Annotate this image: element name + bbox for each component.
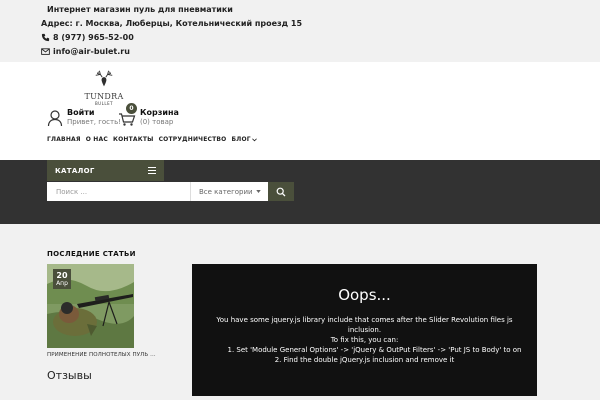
phone-link[interactable]: 8 (977) 965-52-00 <box>53 33 134 42</box>
article-thumbnail[interactable]: 20 Апр <box>47 264 134 348</box>
search-icon <box>276 187 286 196</box>
category-select-value: Все категории <box>199 187 253 196</box>
guest-greeting: Привет, гость! <box>67 118 122 126</box>
site-logo[interactable]: TUNDRA BULLET <box>80 68 128 110</box>
search-band: КАТАЛОГ Все категории <box>0 160 600 224</box>
chevron-down-icon <box>251 137 257 141</box>
phone-icon <box>41 33 50 42</box>
cart-icon-wrap: 0 <box>118 102 137 127</box>
logo-brand-text: TUNDRA <box>84 92 124 101</box>
login-label: Войти <box>67 108 95 117</box>
cart-count-badge: 0 <box>126 102 137 114</box>
reviews-heading: Отзывы <box>47 369 92 382</box>
main-content: ПОСЛЕДНИЕ СТАТЬИ 20 Апр ПРИМЕНЕНИЕ ПОЛНО… <box>0 224 600 400</box>
error-step-1: 1. Set 'Module General Options' -> 'jQue… <box>227 346 522 354</box>
cart-summary: (0) товар <box>140 118 174 126</box>
main-nav: ГЛАВНАЯ О НАС КОНТАКТЫ СОТРУДНИЧЕСТВО БЛ… <box>47 136 257 143</box>
logo-sub-text: BULLET <box>94 101 114 106</box>
slider-error-box: Oops... You have some jquery.js library … <box>192 264 537 396</box>
nav-item-contacts[interactable]: КОНТАКТЫ <box>113 136 154 143</box>
error-fix-intro: To fix this, you can: <box>330 336 399 344</box>
store-address: Адрес: г. Москва, Люберцы, Котельнически… <box>41 19 303 28</box>
error-message: You have some jquery.js library include … <box>216 316 513 334</box>
category-select[interactable]: Все категории <box>191 188 268 196</box>
nav-item-about[interactable]: О НАС <box>86 136 108 143</box>
cart-link[interactable]: 0 Корзина (0) товар <box>118 102 179 127</box>
recent-articles-title: ПОСЛЕДНИЕ СТАТЬИ <box>47 250 136 258</box>
article-day: 20 <box>56 271 68 280</box>
envelope-icon <box>41 48 50 55</box>
catalog-label: КАТАЛОГ <box>55 166 95 175</box>
article-date-badge: 20 Апр <box>53 269 71 289</box>
search-form: Все категории <box>47 182 268 201</box>
nav-item-cooperation[interactable]: СОТРУДНИЧЕСТВО <box>159 136 227 143</box>
search-input[interactable] <box>47 182 190 201</box>
topbar: Интернет магазин пуль для пневматики Адр… <box>0 0 600 62</box>
phone-row[interactable]: 8 (977) 965-52-00 <box>41 33 134 42</box>
caret-down-icon <box>255 190 261 193</box>
cart-label: Корзина <box>140 108 179 117</box>
user-icon <box>47 109 63 126</box>
article-title-link[interactable]: ПРИМЕНЕНИЕ ПОЛНОТЕЛЫХ ПУЛЬ ... <box>47 352 156 358</box>
email-row[interactable]: info@air-bulet.ru <box>41 47 130 56</box>
error-heading: Oops... <box>338 286 391 304</box>
email-link[interactable]: info@air-bulet.ru <box>53 47 130 56</box>
catalog-menu-button[interactable]: КАТАЛОГ <box>47 160 164 181</box>
site-header: TUNDRA BULLET Войти Привет, гость! 0 Кор… <box>0 62 600 160</box>
deer-logo-icon <box>95 70 113 87</box>
site-tagline: Интернет магазин пуль для пневматики <box>47 5 233 14</box>
hamburger-icon <box>148 167 156 174</box>
nav-item-blog[interactable]: БЛОГ <box>232 136 257 143</box>
login-link[interactable]: Войти Привет, гость! <box>47 108 121 127</box>
article-month: Апр <box>56 280 68 287</box>
search-button[interactable] <box>268 182 294 201</box>
nav-blog-label: БЛОГ <box>231 136 251 143</box>
nav-item-home[interactable]: ГЛАВНАЯ <box>47 136 81 143</box>
error-step-2: 2. Find the double jQuery.js inclusion a… <box>274 356 455 364</box>
